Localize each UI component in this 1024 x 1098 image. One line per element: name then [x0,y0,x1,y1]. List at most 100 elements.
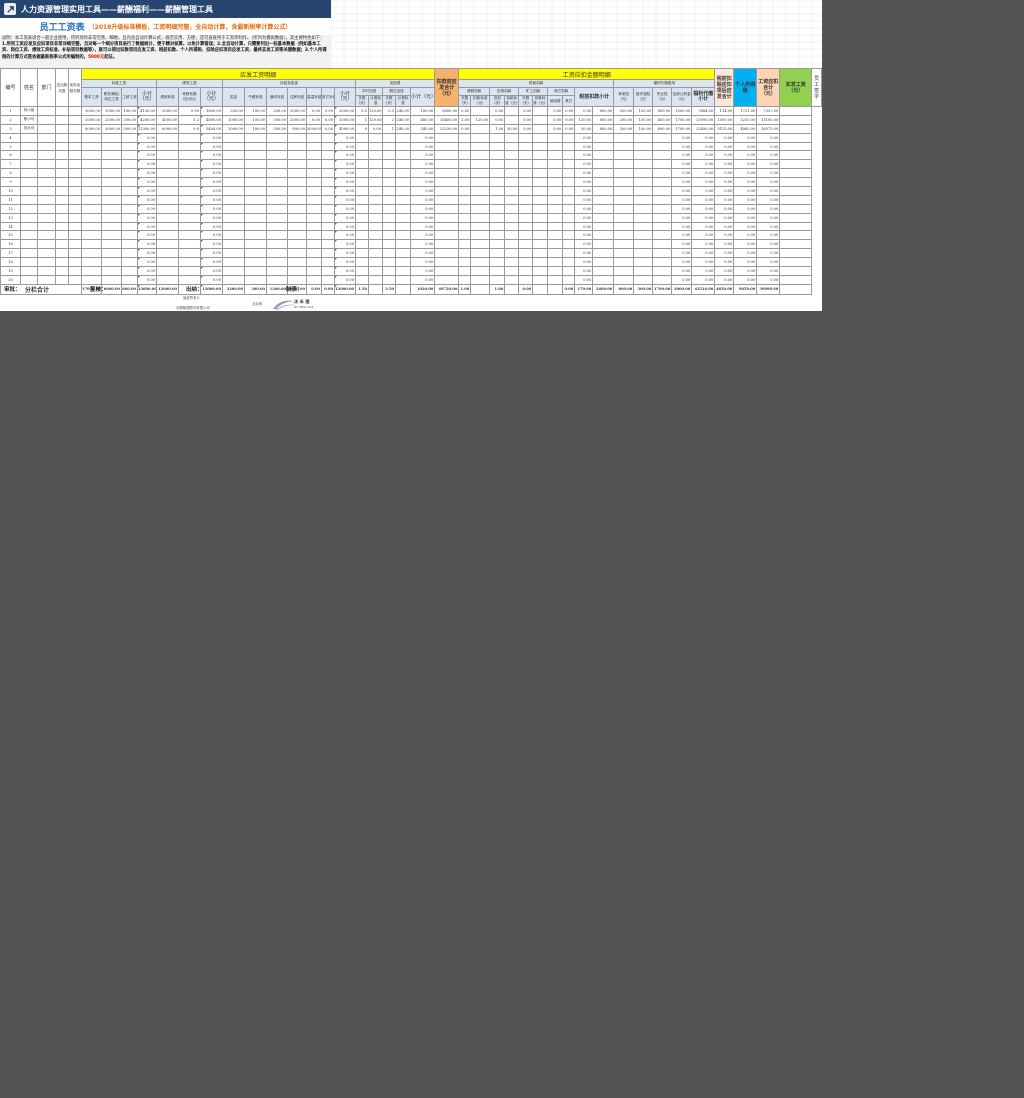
cell-hd-fee[interactable] [395,132,411,143]
cell-comm[interactable] [266,132,288,143]
cell-std-sub[interactable]: 0.00 [137,194,157,205]
cell-net[interactable]: 0.00 [756,203,781,214]
cell-wel-sub[interactable]: 0.00 [671,159,693,170]
cell-sd[interactable] [55,221,69,232]
cell-allow-sub[interactable]: 0.00 [334,159,356,170]
cell-tax[interactable]: 0.00 [714,248,735,259]
cell-perf-sub[interactable]: 0.00 [200,168,223,179]
cell-absent-days[interactable] [504,159,520,170]
cell-ot-sub[interactable]: 0.00 [409,194,436,205]
cell-medical[interactable] [613,177,635,188]
cell-allow-sub[interactable]: 0.00 [334,141,356,152]
cell-medical[interactable] [613,239,635,250]
cell-allow-sub[interactable]: 0.00 [334,239,356,250]
cell-other[interactable] [321,257,335,268]
cell-perf-sub[interactable]: 0.00 [200,221,223,232]
cell-use-fee[interactable] [532,212,549,223]
cell-perf-sub[interactable]: 0.00 [200,239,223,250]
cell-absent-amt[interactable] [518,203,534,214]
cell-coef[interactable] [178,248,201,259]
cell-bonus[interactable]: 1000.00 [222,114,245,125]
cell-absent-amt[interactable]: 0.00 [518,114,534,125]
cell-use-fee[interactable] [532,141,549,152]
cell-wd-days[interactable] [355,230,369,241]
cell-medical[interactable] [613,168,635,179]
cell-allow-sub[interactable]: 0.00 [334,212,356,223]
cell-net[interactable]: 0.00 [756,266,781,276]
cell-ot-sub[interactable]: 0.00 [409,221,436,232]
cell-unemp[interactable]: 100.00 [633,106,654,116]
cell-hot[interactable] [306,150,322,161]
cell-absent-amt[interactable] [518,177,534,188]
cell-absent-amt[interactable] [518,141,534,152]
cell-sd[interactable] [55,132,69,143]
cell-perf[interactable] [156,132,179,143]
cell-housing[interactable]: 800.00 [287,123,307,134]
cell-hd-days[interactable] [382,221,396,232]
cell-others[interactable]: 0.00 [547,114,564,125]
cell-tax[interactable]: 0.00 [714,168,735,179]
cell-pre-sub[interactable]: 0.00 [574,221,594,232]
cell-late[interactable] [489,132,506,143]
cell-absent-amt[interactable] [518,230,534,241]
cell-sd[interactable] [55,150,69,161]
cell-name[interactable]: 刘大马 [20,123,38,134]
cell-no[interactable]: 12 [0,203,21,214]
cell-post[interactable] [101,212,122,223]
cell-wd-fee[interactable] [368,266,383,276]
cell-fund[interactable] [652,150,673,161]
cell-hot[interactable]: 3000.00 [306,123,322,134]
cell-hd-fee[interactable] [395,203,411,214]
cell-late[interactable] [489,274,506,285]
cell-absent-amt[interactable] [518,159,534,170]
cell-use-fee[interactable] [532,194,549,205]
cell-o2[interactable] [562,194,576,205]
cell-wd-fee[interactable] [368,212,383,223]
cell-leave-std[interactable] [470,248,491,259]
cell-std-sub[interactable]: 0.00 [137,221,157,232]
cell-use-fee[interactable] [532,132,549,143]
cell-tax[interactable]: 0.00 [714,266,735,276]
cell-ad[interactable] [68,257,82,268]
cell-housing[interactable]: 2000.00 [287,114,307,125]
cell-others[interactable] [547,177,564,188]
cell-comm[interactable] [266,248,288,259]
cell-unemp[interactable] [633,132,654,143]
cell-post[interactable] [101,221,122,232]
cell-deduct[interactable]: 0.00 [733,177,758,188]
cell-basic[interactable]: 3000.00 [81,106,102,116]
cell-perf[interactable] [156,141,179,152]
cell-ad[interactable] [68,266,82,276]
cell-o2[interactable] [562,266,576,276]
cell-o2[interactable] [562,248,576,259]
cell-housing[interactable] [287,159,307,170]
cell-pension[interactable] [592,257,615,268]
cell-post[interactable] [101,159,122,170]
cell-name[interactable] [20,168,38,179]
cell-bonus[interactable] [222,141,245,152]
cell-sign[interactable] [779,230,813,241]
cell-sd[interactable] [55,203,69,214]
cell-use-fee[interactable] [532,266,549,276]
cell-sen[interactable] [121,239,138,250]
cell-basic[interactable] [81,248,102,259]
cell-bonus[interactable] [222,239,245,250]
cell-sen[interactable]: 200.00 [121,114,138,125]
cell-net[interactable]: 0.00 [756,132,781,143]
cell-net[interactable]: 0.00 [756,212,781,223]
cell-hd-fee[interactable] [395,274,411,285]
cell-hd-days[interactable] [382,141,396,152]
cell-perf-sub[interactable]: 1800.00 [200,106,223,116]
cell-after[interactable]: 0.00 [691,168,716,179]
cell-name[interactable] [20,274,38,285]
cell-sign[interactable] [779,114,813,125]
cell-no[interactable]: 6 [0,150,21,161]
cell-leave-days[interactable] [458,248,472,259]
cell-other[interactable] [321,150,335,161]
cell-use-fee[interactable] [532,106,549,116]
cell-housing[interactable]: 2000.00 [287,106,307,116]
cell-leave-std[interactable] [470,141,491,152]
cell-unemp[interactable] [633,274,654,285]
cell-basic[interactable] [81,194,102,205]
cell-after[interactable]: 0.00 [691,132,716,143]
